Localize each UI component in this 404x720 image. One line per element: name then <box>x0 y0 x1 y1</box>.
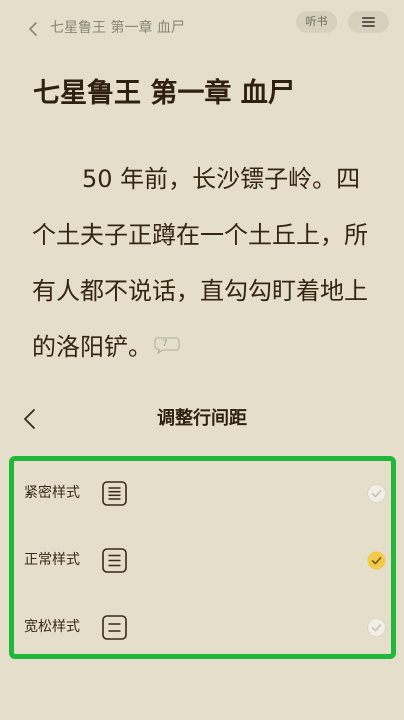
unselected-check-icon <box>367 484 386 503</box>
chapter-title: 七星鲁王 第一章 血尸 <box>33 78 295 109</box>
comment-count-badge[interactable]: 7 <box>154 336 180 354</box>
loose-spacing-icon <box>102 615 127 640</box>
chapter-body: 50 年前，长沙镖子岭。四个土夫子正蹲在一个土丘上，所有人都不说话，直勾勾盯着地… <box>32 151 377 375</box>
line-spacing-panel-header: 调整行间距 <box>0 396 404 442</box>
option-normal[interactable]: 正常样式 <box>14 536 391 586</box>
option-compact[interactable]: 紧密样式 <box>14 469 391 519</box>
option-label: 宽松样式 <box>24 619 80 635</box>
compact-spacing-icon <box>102 481 127 506</box>
menu-icon <box>362 17 375 19</box>
normal-spacing-icon <box>102 548 127 573</box>
option-label: 紧密样式 <box>24 485 80 501</box>
selected-check-icon <box>367 551 386 570</box>
chevron-left-icon <box>29 22 37 36</box>
back-button[interactable] <box>26 18 42 40</box>
panel-title: 调整行间距 <box>157 408 247 429</box>
unselected-check-icon <box>367 618 386 637</box>
reader-top-bar: 七星鲁王 第一章 血尸 听书 <box>0 0 404 56</box>
line-spacing-options: 紧密样式 正常样式 宽松样式 <box>9 456 396 659</box>
option-label: 正常样式 <box>24 552 80 568</box>
menu-button[interactable] <box>348 11 389 33</box>
breadcrumb: 七星鲁王 第一章 血尸 <box>50 20 185 36</box>
listen-button[interactable]: 听书 <box>296 11 337 33</box>
option-loose[interactable]: 宽松样式 <box>14 603 391 653</box>
chapter-paragraph: 50 年前，长沙镖子岭。四个土夫子正蹲在一个土丘上，所有人都不说话，直勾勾盯着地… <box>32 165 368 361</box>
